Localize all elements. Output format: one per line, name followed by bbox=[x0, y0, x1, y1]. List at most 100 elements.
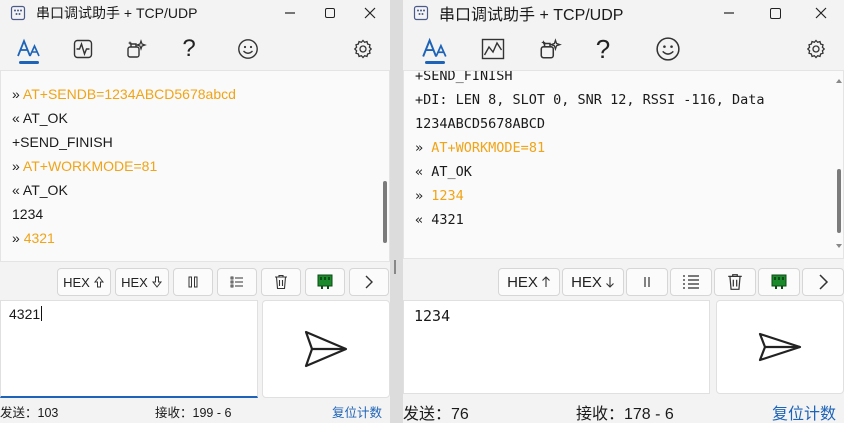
chevron-right-icon bbox=[365, 275, 373, 289]
serial-port-icon bbox=[317, 274, 333, 289]
trash-icon bbox=[275, 274, 287, 290]
list-view-button[interactable] bbox=[670, 268, 712, 296]
send-button[interactable] bbox=[262, 300, 390, 398]
minimize-button[interactable] bbox=[706, 0, 752, 26]
scrollbar-thumb[interactable] bbox=[837, 169, 841, 233]
send-button[interactable] bbox=[716, 300, 844, 394]
magic-icon bbox=[127, 39, 147, 58]
list-icon bbox=[230, 276, 243, 288]
list-view-button[interactable] bbox=[217, 268, 257, 296]
send-input[interactable]: 1234 bbox=[403, 300, 710, 394]
close-button[interactable] bbox=[798, 0, 844, 26]
emoji-tab[interactable] bbox=[233, 30, 263, 68]
log-text: 1234 bbox=[12, 206, 44, 222]
smiley-icon bbox=[238, 39, 258, 59]
hex-receive-label: HEX bbox=[571, 273, 602, 291]
text-format-tab[interactable] bbox=[419, 30, 451, 68]
hex-receive-label: HEX bbox=[121, 274, 148, 290]
scroll-up-icon[interactable] bbox=[836, 79, 842, 83]
background-text-fragment bbox=[394, 260, 396, 274]
log-text: +SEND_FINISH bbox=[12, 134, 113, 150]
log-line: +DI: LEN 8, SLOT 0, SNR 12, RSSI -116, D… bbox=[404, 88, 843, 112]
log-prefix: » bbox=[415, 140, 424, 156]
log-prefix: » bbox=[12, 158, 20, 174]
pause-button[interactable] bbox=[626, 268, 668, 296]
text-format-icon bbox=[17, 38, 40, 57]
log-line: 1234ABCD5678ABCD bbox=[404, 112, 843, 136]
receive-log[interactable]: +SEND_FINISH +DI: LEN 8, SLOT 0, SNR 12,… bbox=[403, 70, 844, 259]
log-text: 4321 bbox=[431, 212, 464, 228]
more-button[interactable] bbox=[802, 268, 844, 296]
received-count: 接收：178 - 6 bbox=[576, 405, 674, 423]
waveform-tab[interactable] bbox=[68, 30, 98, 68]
toolbar: ? bbox=[0, 30, 390, 68]
title-bar[interactable]: 串口调试助手 + TCP/UDP bbox=[403, 0, 844, 26]
hex-receive-button[interactable]: HEX bbox=[115, 268, 169, 296]
log-line: « 4321 bbox=[404, 208, 843, 232]
text-format-tab[interactable] bbox=[14, 30, 44, 68]
close-icon bbox=[815, 7, 827, 19]
clear-button[interactable] bbox=[261, 268, 301, 296]
log-text: AT+WORKMODE=81 bbox=[22, 158, 158, 174]
sent-count: 发送：103 bbox=[0, 406, 59, 420]
log-line: +SEND_FINISH bbox=[404, 70, 843, 88]
maximize-icon bbox=[769, 7, 781, 19]
chart-icon bbox=[481, 38, 505, 60]
more-button[interactable] bbox=[349, 268, 389, 296]
magic-tab[interactable] bbox=[121, 30, 151, 68]
scroll-down-icon[interactable] bbox=[836, 244, 842, 248]
log-prefix: » bbox=[12, 230, 20, 246]
scrollbar-thumb[interactable] bbox=[383, 181, 387, 243]
connection-button[interactable] bbox=[305, 268, 345, 296]
log-line: « AT_OK bbox=[1, 178, 389, 202]
trash-icon bbox=[728, 274, 742, 290]
hex-send-button[interactable]: HEX bbox=[498, 268, 560, 296]
reset-count-link[interactable]: 复位计数 bbox=[772, 400, 836, 423]
log-text: 4321 bbox=[23, 230, 55, 246]
pause-button[interactable] bbox=[173, 268, 213, 296]
close-button[interactable] bbox=[350, 0, 390, 26]
clear-button[interactable] bbox=[714, 268, 756, 296]
chart-tab[interactable] bbox=[477, 30, 509, 68]
hex-receive-button[interactable]: HEX bbox=[562, 268, 624, 296]
window-title: 串口调试助手 + TCP/UDP bbox=[36, 5, 198, 21]
log-line: « AT_OK bbox=[404, 160, 843, 184]
help-tab[interactable]: ? bbox=[174, 30, 204, 68]
magic-tab[interactable] bbox=[534, 30, 566, 68]
help-tab[interactable]: ? bbox=[587, 30, 619, 68]
receive-log[interactable]: » AT+SENDB=1234ABCD5678abcd « AT_OK +SEN… bbox=[0, 70, 390, 262]
chevron-right-icon bbox=[819, 274, 829, 290]
maximize-button[interactable] bbox=[310, 0, 350, 26]
log-prefix: « bbox=[415, 164, 424, 180]
maximize-button[interactable] bbox=[752, 0, 798, 26]
log-text: AT_OK bbox=[22, 182, 68, 198]
minimize-button[interactable] bbox=[270, 0, 310, 26]
settings-tab[interactable] bbox=[800, 30, 832, 68]
sent-count: 发送：76 bbox=[403, 405, 469, 423]
log-line: » 1234 bbox=[404, 184, 843, 208]
arrow-up-icon bbox=[93, 276, 104, 288]
title-bar[interactable]: 串口调试助手 + TCP/UDP bbox=[0, 0, 390, 26]
send-icon bbox=[304, 330, 348, 368]
maximize-icon bbox=[325, 8, 335, 18]
send-input[interactable]: 4321 bbox=[0, 300, 258, 398]
settings-tab[interactable] bbox=[348, 30, 378, 68]
app-icon bbox=[413, 5, 429, 21]
smiley-icon bbox=[656, 37, 680, 61]
status-bar: 发送：103 接收：199 - 6 复位计数 bbox=[0, 400, 390, 423]
window-title: 串口调试助手 + TCP/UDP bbox=[439, 7, 624, 24]
reset-count-link[interactable]: 复位计数 bbox=[332, 402, 382, 421]
action-bar: HEX HEX bbox=[0, 266, 390, 298]
connection-button[interactable] bbox=[758, 268, 800, 296]
log-text: AT_OK bbox=[431, 164, 472, 180]
magic-icon bbox=[540, 38, 562, 59]
log-prefix: » bbox=[12, 86, 20, 102]
hex-send-button[interactable]: HEX bbox=[57, 268, 111, 296]
arrow-down-icon bbox=[606, 277, 614, 288]
text-caret bbox=[41, 306, 43, 321]
pause-icon bbox=[188, 276, 198, 288]
log-text: +SEND_FINISH bbox=[415, 70, 513, 84]
pause-icon bbox=[644, 277, 650, 287]
emoji-tab[interactable] bbox=[652, 30, 684, 68]
serial-window-right: 串口调试助手 + TCP/UDP ? +SEND_FINISH +DI: LEN… bbox=[403, 0, 844, 423]
